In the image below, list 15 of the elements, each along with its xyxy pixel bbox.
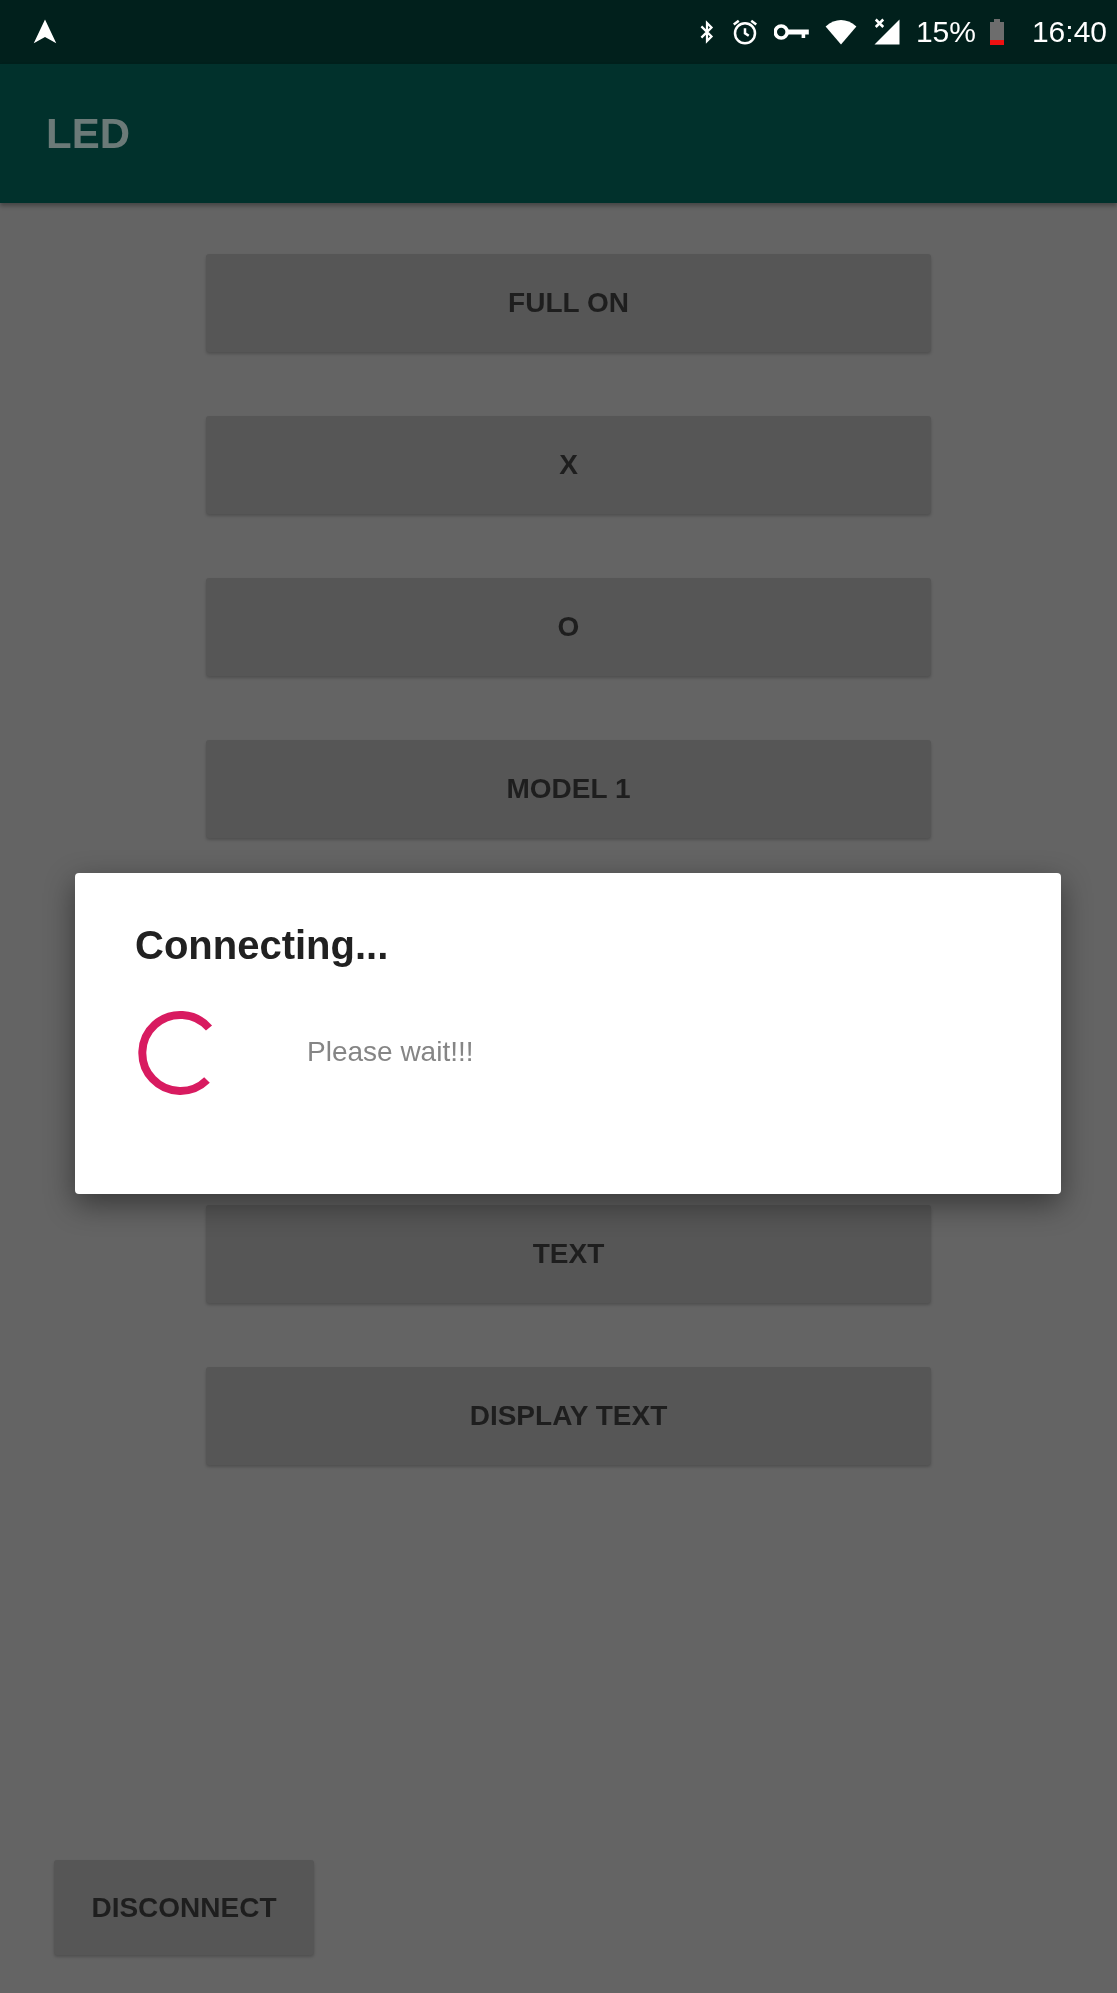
dialog-message: Please wait!!! xyxy=(307,1036,474,1068)
wifi-icon xyxy=(823,18,858,46)
action-button[interactable]: DISPLAY TEXT xyxy=(206,1367,931,1465)
key-icon xyxy=(773,22,810,42)
battery-percentage: 15% xyxy=(915,15,976,49)
action-button[interactable]: MODEL 1 xyxy=(206,740,931,838)
action-button[interactable]: FULL ON xyxy=(206,254,931,352)
dialog-title: Connecting... xyxy=(135,923,390,968)
clock-time: 16:40 xyxy=(1031,15,1107,49)
app-title: LED xyxy=(46,109,130,158)
battery-icon xyxy=(989,18,1004,46)
action-button[interactable]: X xyxy=(206,416,931,514)
action-button[interactable]: TEXT xyxy=(206,1205,931,1303)
action-button[interactable]: O xyxy=(206,578,931,676)
disconnect-button[interactable]: DISCONNECT xyxy=(54,1860,314,1955)
